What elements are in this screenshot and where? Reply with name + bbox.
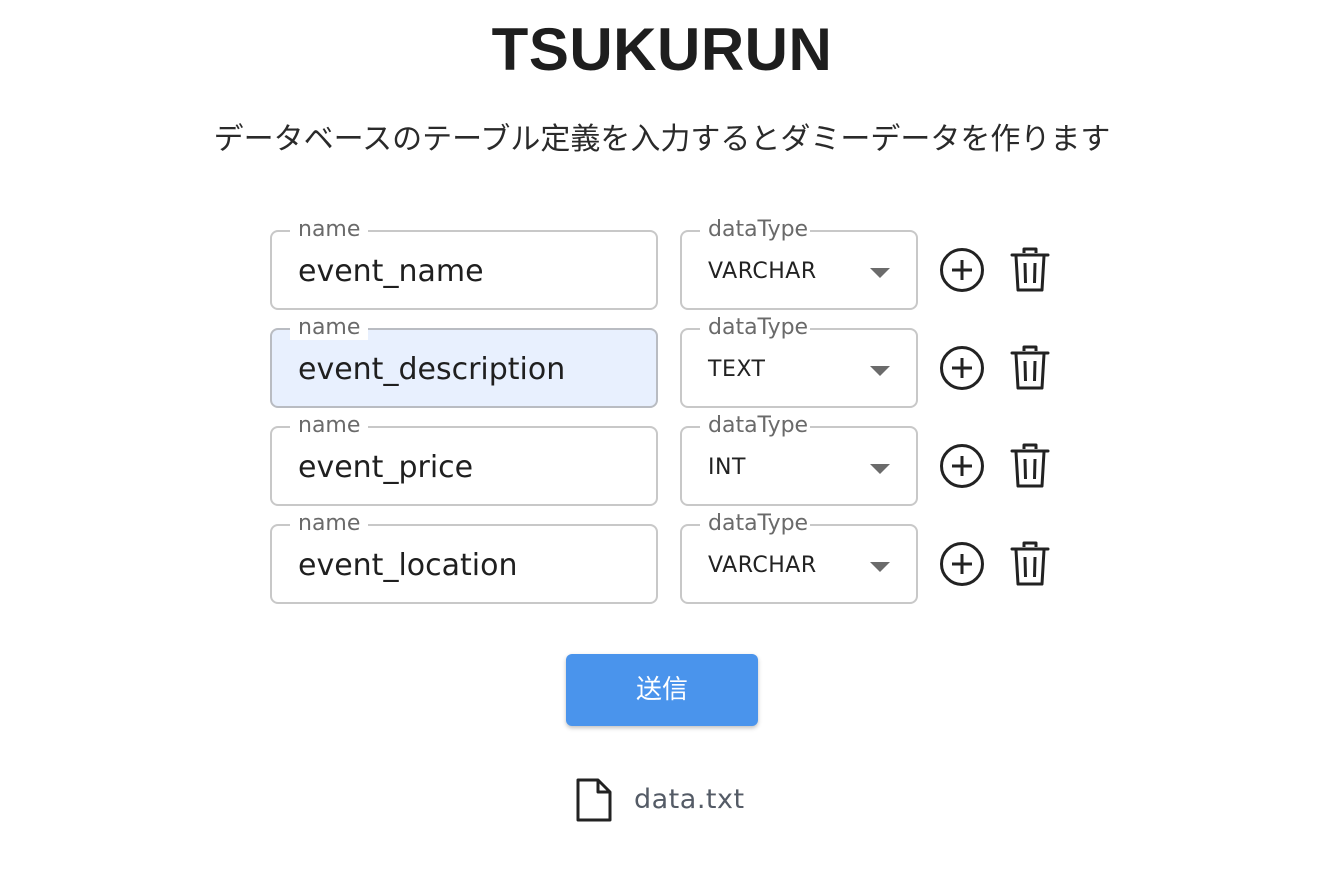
column-name-label: name: [290, 512, 369, 536]
delete-row-button[interactable]: [1006, 344, 1054, 392]
data-type-value: TEXT: [708, 357, 766, 382]
column-name-value: event_price: [298, 450, 474, 485]
data-type-label: dataType: [700, 414, 811, 438]
download-file-link[interactable]: data.txt: [574, 776, 745, 824]
add-row-button[interactable]: [938, 246, 986, 294]
trash-icon: [1010, 443, 1050, 488]
delete-row-button[interactable]: [1006, 246, 1054, 294]
data-type-value: INT: [708, 455, 746, 480]
column-name-label: name: [290, 218, 369, 242]
file-icon: [576, 778, 612, 822]
column-name-input[interactable]: name event_name: [270, 218, 658, 310]
column-definition-list: name event_name dataType VARCHAR name ev…: [270, 218, 1070, 622]
data-type-value: VARCHAR: [708, 259, 817, 284]
dropdown-arrow-icon: [870, 562, 890, 572]
column-row: name event_description dataType TEXT: [270, 316, 1070, 408]
dropdown-arrow-icon: [870, 366, 890, 376]
data-type-value: VARCHAR: [708, 553, 817, 578]
app-subtitle: データベースのテーブル定義を入力するとダミーデータを作ります: [213, 122, 1111, 157]
column-name-input[interactable]: name event_location: [270, 512, 658, 604]
file-name: data.txt: [634, 784, 745, 815]
trash-icon: [1010, 247, 1050, 292]
dropdown-arrow-icon: [870, 464, 890, 474]
column-name-input[interactable]: name event_description: [270, 316, 658, 408]
column-row: name event_name dataType VARCHAR: [270, 218, 1070, 310]
column-name-label: name: [290, 414, 369, 438]
column-row: name event_price dataType INT: [270, 414, 1070, 506]
column-name-label: name: [290, 316, 369, 340]
add-row-button[interactable]: [938, 540, 986, 588]
data-type-label: dataType: [700, 218, 811, 242]
dropdown-arrow-icon: [870, 268, 890, 278]
add-circle-icon: [940, 248, 984, 292]
add-row-button[interactable]: [938, 442, 986, 490]
data-type-select[interactable]: dataType TEXT: [680, 316, 918, 408]
data-type-select[interactable]: dataType INT: [680, 414, 918, 506]
page: TSUKURUN データベースのテーブル定義を入力するとダミーデータを作ります …: [0, 0, 1324, 880]
data-type-select[interactable]: dataType VARCHAR: [680, 512, 918, 604]
data-type-label: dataType: [700, 512, 811, 536]
add-circle-icon: [940, 444, 984, 488]
data-type-label: dataType: [700, 316, 811, 340]
data-type-select[interactable]: dataType VARCHAR: [680, 218, 918, 310]
column-name-value: event_description: [298, 352, 566, 387]
add-circle-icon: [940, 542, 984, 586]
add-row-button[interactable]: [938, 344, 986, 392]
submit-button[interactable]: 送信: [566, 654, 758, 726]
app-title: TSUKURUN: [491, 16, 833, 83]
trash-icon: [1010, 345, 1050, 390]
trash-icon: [1010, 541, 1050, 586]
add-circle-icon: [940, 346, 984, 390]
column-row: name event_location dataType VARCHAR: [270, 512, 1070, 604]
delete-row-button[interactable]: [1006, 442, 1054, 490]
delete-row-button[interactable]: [1006, 540, 1054, 588]
column-name-value: event_location: [298, 548, 518, 583]
column-name-input[interactable]: name event_price: [270, 414, 658, 506]
column-name-value: event_name: [298, 254, 484, 289]
